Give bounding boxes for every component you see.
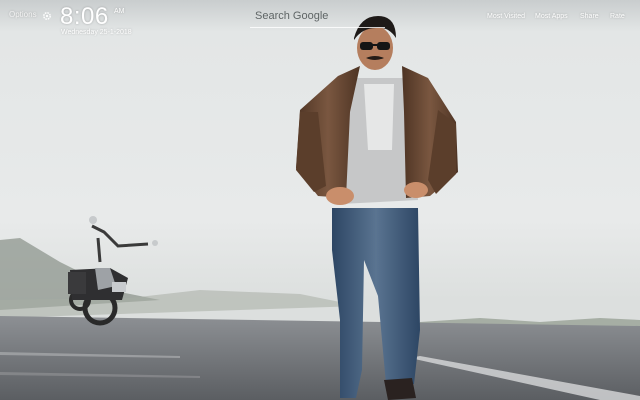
rate-link[interactable]: Rate xyxy=(610,13,625,20)
clock-ampm: AM xyxy=(114,8,125,15)
most-visited-link[interactable]: Most Visited xyxy=(487,13,525,20)
share-link[interactable]: Share xyxy=(580,13,599,20)
top-bar: Options 8:06 AM Wednesday 25-1-2018 Sear… xyxy=(0,0,640,40)
clock-time: 8:06 xyxy=(60,3,109,30)
gear-icon[interactable] xyxy=(42,8,52,20)
wallpaper-scene xyxy=(0,0,640,400)
search-underline xyxy=(250,27,385,28)
options-link[interactable]: Options xyxy=(9,10,37,19)
clock-date: Wednesday 25-1-2018 xyxy=(61,29,132,36)
most-apps-link[interactable]: Most Apps xyxy=(535,13,568,20)
wallpaper-background xyxy=(0,0,640,400)
search-placeholder: Search Google xyxy=(255,10,329,22)
search-input[interactable]: Search Google xyxy=(250,7,385,28)
